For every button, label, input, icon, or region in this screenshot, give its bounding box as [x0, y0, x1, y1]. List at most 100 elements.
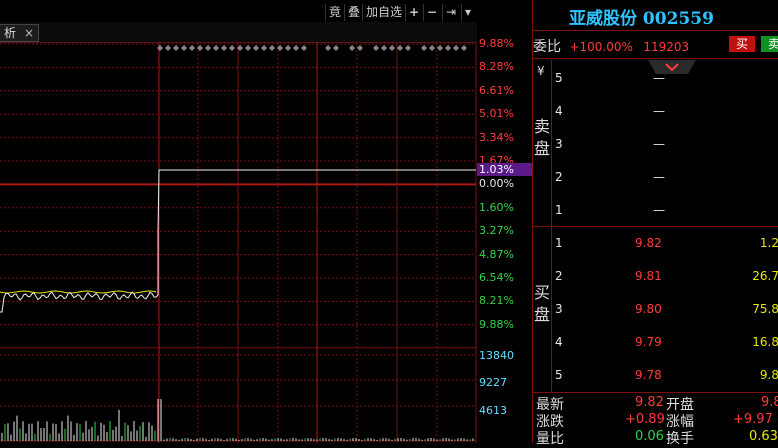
auction-marker: [453, 45, 459, 51]
volume-axis-label: 9227: [479, 376, 507, 389]
auction-marker: [429, 45, 435, 51]
turnover-value: 0.63: [749, 429, 778, 444]
auction-marker: [205, 45, 211, 51]
auction-marker: [461, 45, 467, 51]
price-axis-label: 6.54%: [479, 271, 514, 284]
bid-volume: 16.8: [752, 335, 778, 349]
price-axis-label: 4.87%: [479, 247, 514, 261]
buy-label-2: 盘: [534, 305, 551, 324]
jump-end-icon[interactable]: ⇥: [442, 4, 459, 21]
ask-level: 3: [555, 137, 563, 151]
bid-volume: 9.8: [759, 368, 778, 382]
auction-marker: [373, 45, 379, 51]
volume-ratio-value: 0.06: [635, 429, 664, 444]
ask-price[interactable]: —: [653, 104, 665, 118]
bid-price[interactable]: 9.81: [635, 269, 662, 283]
tab-bar: [0, 22, 477, 43]
change-value: +0.89: [625, 412, 665, 427]
open-value: 9.8: [761, 395, 778, 410]
bid-level: 2: [555, 269, 563, 283]
stock-code: 002559: [642, 9, 714, 29]
volume-axis-label: 13840: [479, 349, 514, 362]
auction-marker: [397, 45, 403, 51]
sell-label-2: 盘: [534, 139, 551, 158]
auction-marker: [245, 45, 251, 51]
auction-marker: [405, 45, 411, 51]
overlay-button[interactable]: 叠: [344, 4, 363, 21]
buy-label-1: 买: [534, 283, 551, 302]
price-axis-label: 3.27%: [479, 224, 514, 238]
bid-price[interactable]: 9.78: [635, 368, 662, 382]
auction-marker: [325, 45, 331, 51]
divider: [533, 226, 778, 227]
pct-value: +9.97: [733, 412, 773, 427]
sell-side-label: 卖 盘: [534, 116, 552, 160]
volume-axis-label: 4613: [479, 404, 507, 417]
turnover-label: 换手: [666, 431, 694, 447]
auction-marker: [261, 45, 267, 51]
bid-level: 1: [555, 236, 563, 250]
auction-marker: [221, 45, 227, 51]
close-icon[interactable]: ×: [24, 26, 34, 40]
price-axis-label: 6.61%: [479, 83, 514, 97]
sell-label-1: 卖: [534, 117, 551, 136]
ask-price[interactable]: —: [653, 170, 665, 184]
ask-level: 4: [555, 104, 563, 118]
auction-marker: [269, 45, 275, 51]
auction-marker: [181, 45, 187, 51]
latest-value: 9.82: [635, 395, 664, 410]
ask-level: 1: [555, 203, 563, 217]
ask-level: 5: [555, 71, 563, 85]
zoom-in-icon[interactable]: +: [405, 4, 422, 21]
divider: [533, 392, 778, 393]
auction-marker: [421, 45, 427, 51]
auction-marker: [213, 45, 219, 51]
price-axis-label: 8.28%: [479, 60, 514, 74]
bid-price[interactable]: 9.79: [635, 335, 662, 349]
intraday-chart[interactable]: [0, 42, 477, 443]
auction-marker: [173, 45, 179, 51]
bid-price[interactable]: 9.82: [635, 236, 662, 250]
zoom-out-icon[interactable]: −: [423, 4, 440, 21]
price-axis-label: 8.21%: [479, 294, 514, 308]
buy-side-label: 买 盘: [534, 282, 552, 326]
auction-marker: [293, 45, 299, 51]
auction-marker: [437, 45, 443, 51]
sell-button[interactable]: 卖: [761, 36, 778, 52]
tab-analysis[interactable]: 析 ×: [0, 24, 40, 42]
divider: [533, 58, 778, 59]
bid-volume: 75.8: [752, 302, 778, 316]
bid-price[interactable]: 9.80: [635, 302, 662, 316]
ask-price[interactable]: —: [653, 137, 665, 151]
add-favorite-button[interactable]: 加自选: [362, 4, 405, 21]
more-dropdown-icon[interactable]: ▾: [461, 4, 474, 21]
price-axis-label: 9.88%: [479, 37, 514, 50]
price-axis-label: 0.00%: [479, 177, 514, 191]
volume-ratio-label: 量比: [536, 431, 564, 447]
auction-marker: [189, 45, 195, 51]
auction-marker: [381, 45, 387, 51]
weibi-diff: 119203: [643, 40, 690, 54]
stock-name: 亚威股份: [569, 9, 637, 29]
auction-marker: [301, 45, 307, 51]
bidding-toggle-button[interactable]: 竟: [325, 4, 344, 21]
auction-marker: [229, 45, 235, 51]
price-axis-label: 9.88%: [479, 317, 514, 331]
quote-panel: 亚威股份 002559 委比 +100.00% 119203 买 卖 ¥ 卖 盘…: [532, 0, 778, 447]
bid-volume: 1.2: [759, 236, 778, 250]
weibi-ratio: +100.00%: [569, 40, 633, 54]
current-change-tag: 1.03%: [477, 163, 533, 176]
auction-marker: [357, 45, 363, 51]
weibi-label: 委比: [533, 39, 561, 55]
auction-marker: [165, 45, 171, 51]
ask-price[interactable]: —: [653, 203, 665, 217]
ask-level: 2: [555, 170, 563, 184]
price-axis-label: 1.60%: [479, 200, 514, 214]
auction-marker: [389, 45, 395, 51]
price-axis-label: 5.01%: [479, 107, 514, 121]
buy-button[interactable]: 买: [729, 36, 755, 52]
auction-marker: [333, 45, 339, 51]
ask-price[interactable]: —: [653, 71, 665, 85]
divider: [533, 30, 778, 31]
tab-label: 析: [4, 26, 17, 40]
